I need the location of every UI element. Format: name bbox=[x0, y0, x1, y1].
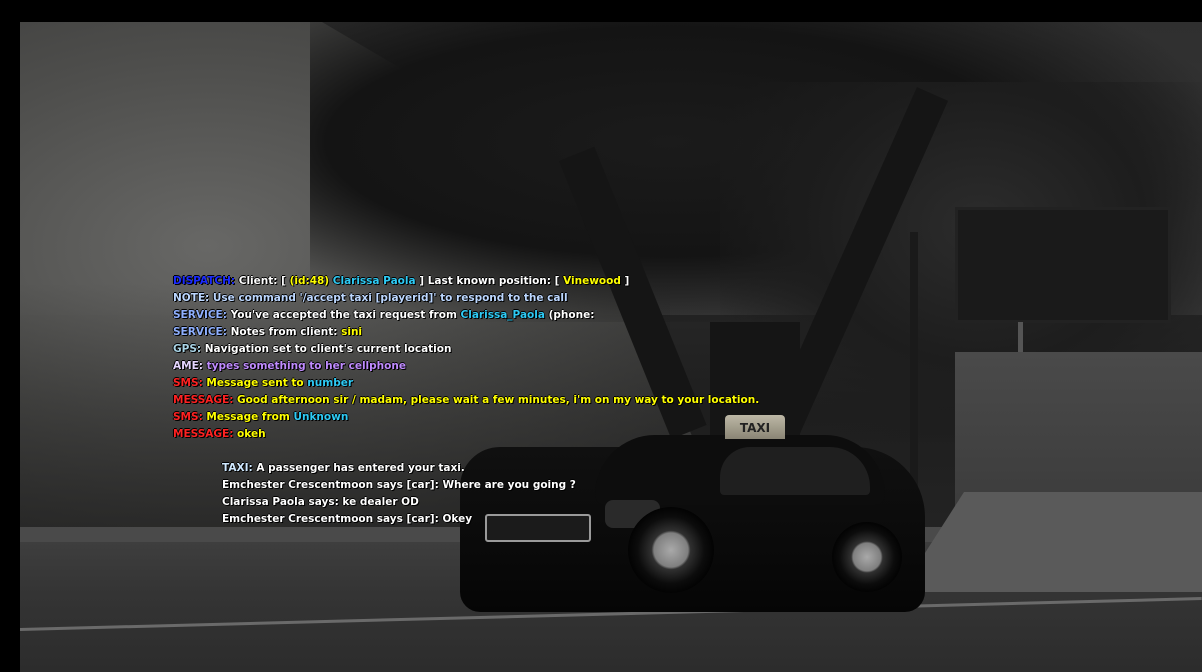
chat-segment: DISPATCH: bbox=[173, 275, 236, 287]
chat-line: SERVICE: You've accepted the taxi reques… bbox=[173, 307, 759, 324]
chat-segment: Message from bbox=[202, 411, 294, 423]
chat-segment: SMS: bbox=[173, 377, 203, 389]
sidewalk bbox=[900, 492, 1202, 592]
chat-segment: Clarissa Paola says: ke dealer OD bbox=[222, 496, 419, 508]
chat-line: SMS: Message sent to number bbox=[173, 375, 759, 392]
chat-segment: A passenger has entered your taxi. bbox=[252, 462, 465, 474]
taxi-rear-wheel bbox=[832, 522, 902, 592]
chat-line: MESSAGE: Good afternoon sir / madam, ple… bbox=[173, 392, 759, 409]
chat-segment: Notes from client: bbox=[226, 326, 342, 338]
chat-segment: (phone: bbox=[544, 309, 595, 321]
chat-segment: ] Last known position: [ bbox=[415, 275, 564, 287]
chat-segment: number bbox=[307, 377, 354, 389]
chat-line: SMS: Message from Unknown bbox=[173, 409, 759, 426]
local-chat-line: TAXI: A passenger has entered your taxi. bbox=[222, 460, 576, 477]
chat-segment: (id:48) bbox=[289, 275, 330, 287]
chat-segment: Good afternoon sir / madam, please wait … bbox=[233, 394, 760, 406]
game-viewport: TAXI DISPATCH: Client: [ (id:48) Clariss… bbox=[0, 0, 1202, 672]
chat-segment: TAXI: bbox=[222, 462, 253, 474]
chat-segment: Clarissa Paola bbox=[329, 275, 416, 287]
chat-segment: Emchester Crescentmoon says [car]: Where… bbox=[222, 479, 576, 491]
chat-line: MESSAGE: okeh bbox=[173, 426, 759, 443]
chat-line: SERVICE: Notes from client: sini bbox=[173, 324, 759, 341]
chat-segment: Clarissa_Paola bbox=[460, 309, 545, 321]
chat-line: DISPATCH: Client: [ (id:48) Clarissa Pao… bbox=[173, 273, 759, 290]
chat-segment: GPS: bbox=[173, 343, 202, 355]
chat-line: AME: types something to her cellphone bbox=[173, 358, 759, 375]
chat-segment: sini bbox=[341, 326, 363, 338]
chat-segment: SMS: bbox=[173, 411, 203, 423]
chat-line: GPS: Navigation set to client's current … bbox=[173, 341, 759, 358]
chat-log: DISPATCH: Client: [ (id:48) Clarissa Pao… bbox=[173, 273, 759, 443]
chat-segment: You've accepted the taxi request from bbox=[226, 309, 461, 321]
chat-segment: Client: [ bbox=[235, 275, 290, 287]
local-chat: TAXI: A passenger has entered your taxi.… bbox=[222, 460, 576, 528]
local-chat-line: Emchester Crescentmoon says [car]: Where… bbox=[222, 477, 576, 494]
taxi-car-window bbox=[720, 447, 870, 495]
chat-segment: MESSAGE: bbox=[173, 428, 234, 440]
taxi-front-wheel bbox=[628, 507, 714, 593]
chat-segment: okeh bbox=[233, 428, 266, 440]
chat-segment: Use command '/accept taxi [playerid]' to… bbox=[209, 292, 568, 304]
chat-segment: Emchester Crescentmoon says [car]: Okey bbox=[222, 513, 473, 525]
chat-segment: Vinewood bbox=[563, 275, 621, 287]
chat-segment: Navigation set to client's current locat… bbox=[201, 343, 452, 355]
chat-segment: MESSAGE: bbox=[173, 394, 234, 406]
chat-segment: NOTE: bbox=[173, 292, 210, 304]
local-chat-line: Clarissa Paola says: ke dealer OD bbox=[222, 494, 576, 511]
chat-segment: ] bbox=[620, 275, 630, 287]
chat-segment: Unknown bbox=[293, 411, 349, 423]
chat-line: NOTE: Use command '/accept taxi [playeri… bbox=[173, 290, 759, 307]
billboard bbox=[955, 207, 1171, 323]
chat-segment: types something to her cellphone bbox=[202, 360, 406, 372]
chat-segment: SERVICE: bbox=[173, 309, 227, 321]
local-chat-line: Emchester Crescentmoon says [car]: Okey bbox=[222, 511, 576, 528]
chat-segment: Message sent to bbox=[202, 377, 308, 389]
chat-segment: SERVICE: bbox=[173, 326, 227, 338]
chat-segment: AME: bbox=[173, 360, 203, 372]
